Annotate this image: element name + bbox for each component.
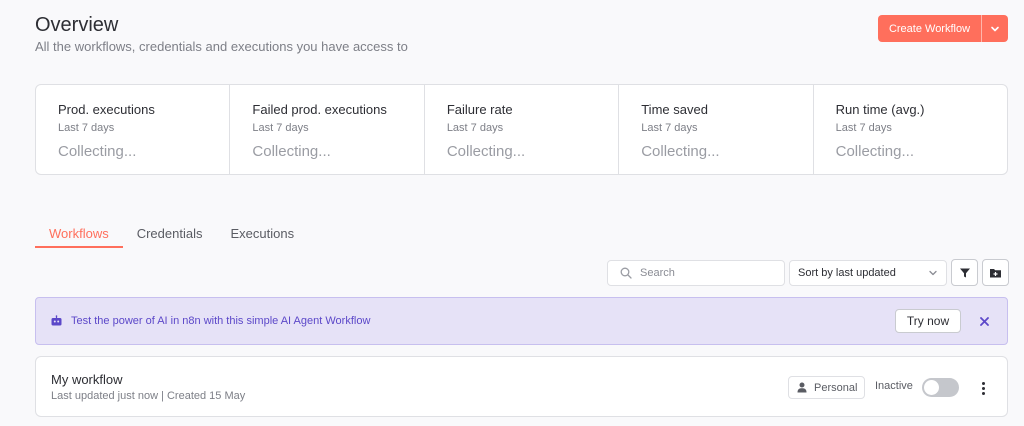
stat-period: Last 7 days [641,122,698,134]
banner-text: Test the power of AI in n8n with this si… [71,315,371,327]
search-icon [620,267,632,279]
filter-button[interactable] [951,259,978,286]
stat-title: Time saved [641,102,708,117]
stat-title: Failure rate [446,102,513,117]
stat-value: Collecting... [641,143,720,160]
stat-period: Last 7 days [835,122,892,134]
sort-select[interactable]: Sort by last updated [789,260,947,286]
search-input[interactable] [640,267,770,279]
search-box [607,260,785,286]
create-workflow-dropdown-button[interactable] [981,15,1008,42]
chevron-down-icon [991,26,999,31]
owner-label: Personal [814,381,858,394]
create-workflow-button[interactable]: Create Workflow [878,15,981,42]
user-icon [797,382,807,393]
stat-run-time[interactable]: Run time (avg.) Last 7 days Collecting..… [814,85,1007,174]
workflow-more-button[interactable] [976,378,990,398]
more-vertical-icon [981,381,985,385]
workflow-name[interactable]: My workflow [51,372,123,387]
workflow-active-toggle[interactable] [922,378,959,397]
tab-workflows[interactable]: Workflows [35,222,123,248]
create-workflow-button-group: Create Workflow [878,15,1008,42]
more-vertical-icon [981,386,985,390]
stat-failed-prod-executions[interactable]: Failed prod. executions Last 7 days Coll… [230,85,425,174]
filter-icon [959,268,970,277]
robot-icon [51,315,62,326]
stat-title: Failed prod. executions [252,102,387,117]
stat-prod-executions[interactable]: Prod. executions Last 7 days Collecting.… [36,85,231,174]
page-subtitle: All the workflows, credentials and execu… [35,39,408,54]
page-title: Overview [35,14,119,36]
create-folder-button[interactable] [982,259,1009,286]
stat-value: Collecting... [446,143,526,160]
try-now-button[interactable]: Try now [895,309,961,333]
more-vertical-icon [981,391,985,395]
stat-failure-rate[interactable]: Failure rate Last 7 days Collecting... [425,85,620,174]
tab-executions[interactable]: Executions [216,222,308,248]
banner-close-button[interactable] [977,312,991,330]
owner-badge: Personal [788,376,865,399]
stat-period: Last 7 days [252,122,309,134]
close-icon [979,316,989,326]
workflow-card[interactable]: My workflow Last updated just now | Crea… [35,356,1008,417]
insights-summary: Prod. executions Last 7 days Collecting.… [35,84,1008,175]
stat-title: Run time (avg.) [835,102,925,117]
stat-value: Collecting... [835,143,914,160]
folder-add-icon [990,268,1001,277]
workflow-status-label: Inactive [875,380,913,392]
overview-tabs: Workflows Credentials Executions [35,222,308,248]
ai-agent-banner: Test the power of AI in n8n with this si… [35,297,1008,345]
stat-period: Last 7 days [58,122,115,134]
sort-select-value: Sort by last updated [798,267,896,279]
stat-title: Prod. executions [58,102,155,117]
chevron-down-icon [929,270,937,276]
workflow-meta: Last updated just now | Created 15 May [51,390,246,402]
stat-value: Collecting... [58,143,137,160]
stat-value: Collecting... [252,143,331,160]
tab-credentials[interactable]: Credentials [123,222,217,248]
stat-period: Last 7 days [446,122,504,134]
stat-time-saved[interactable]: Time saved Last 7 days Collecting... [619,85,814,174]
